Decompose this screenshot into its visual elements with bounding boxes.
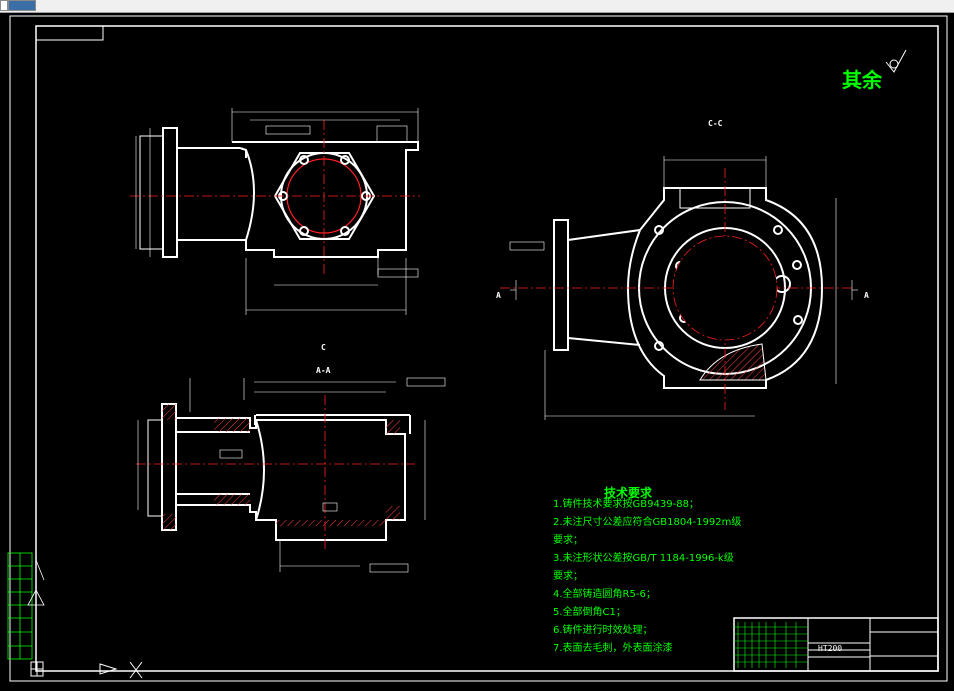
section-aa [147,403,411,541]
cut-mark-right: A [864,291,869,300]
top-view-label: C [321,343,326,352]
section-aa-hatch [162,404,400,530]
file-tab[interactable] [0,0,8,11]
title-block-grid [734,622,808,668]
requirement-item: 2.未注尺寸公差应符合GB1804-1992m级 [553,517,742,528]
cut-mark-left: A [496,291,501,300]
requirement-item: 要求； [553,535,583,546]
section-aa-dimensions [137,377,446,573]
requirement-item: 1.铸件技术要求按GB9439-88； [553,499,699,510]
drawing-svg [7,15,948,682]
requirement-item: 5.全部倒角C1； [553,607,626,618]
requirement-item: 6.铸件进行时效处理； [553,625,653,636]
active-file-tab[interactable] [8,0,36,11]
cad-drawing-canvas[interactable]: 其余 C A-A C-C A A 技术要求 1.铸件技术要求按GB9439-88… [0,13,954,686]
requirement-item: 3.未注形状公差按GB/T 1184-1996-k级 [553,553,734,564]
top-view-dimensions [135,108,419,315]
section-cc-hatch [700,344,766,380]
requirement-item: 7.表面去毛刺，外表面涂漆 [553,643,673,654]
top-view [139,127,419,258]
roughness-symbol-icon [885,49,907,73]
title-block-material: HT200 [818,644,843,653]
requirement-item: 4.全部铸造圆角R5-6； [553,589,656,600]
window-toolbar [0,0,954,13]
section-aa-label: A-A [316,366,331,375]
requirement-item: 要求； [553,571,583,582]
ucs-icon [30,661,143,679]
side-strip [7,552,33,660]
roughness-label: 其余 [842,68,882,92]
section-cc-label: C-C [708,119,723,128]
